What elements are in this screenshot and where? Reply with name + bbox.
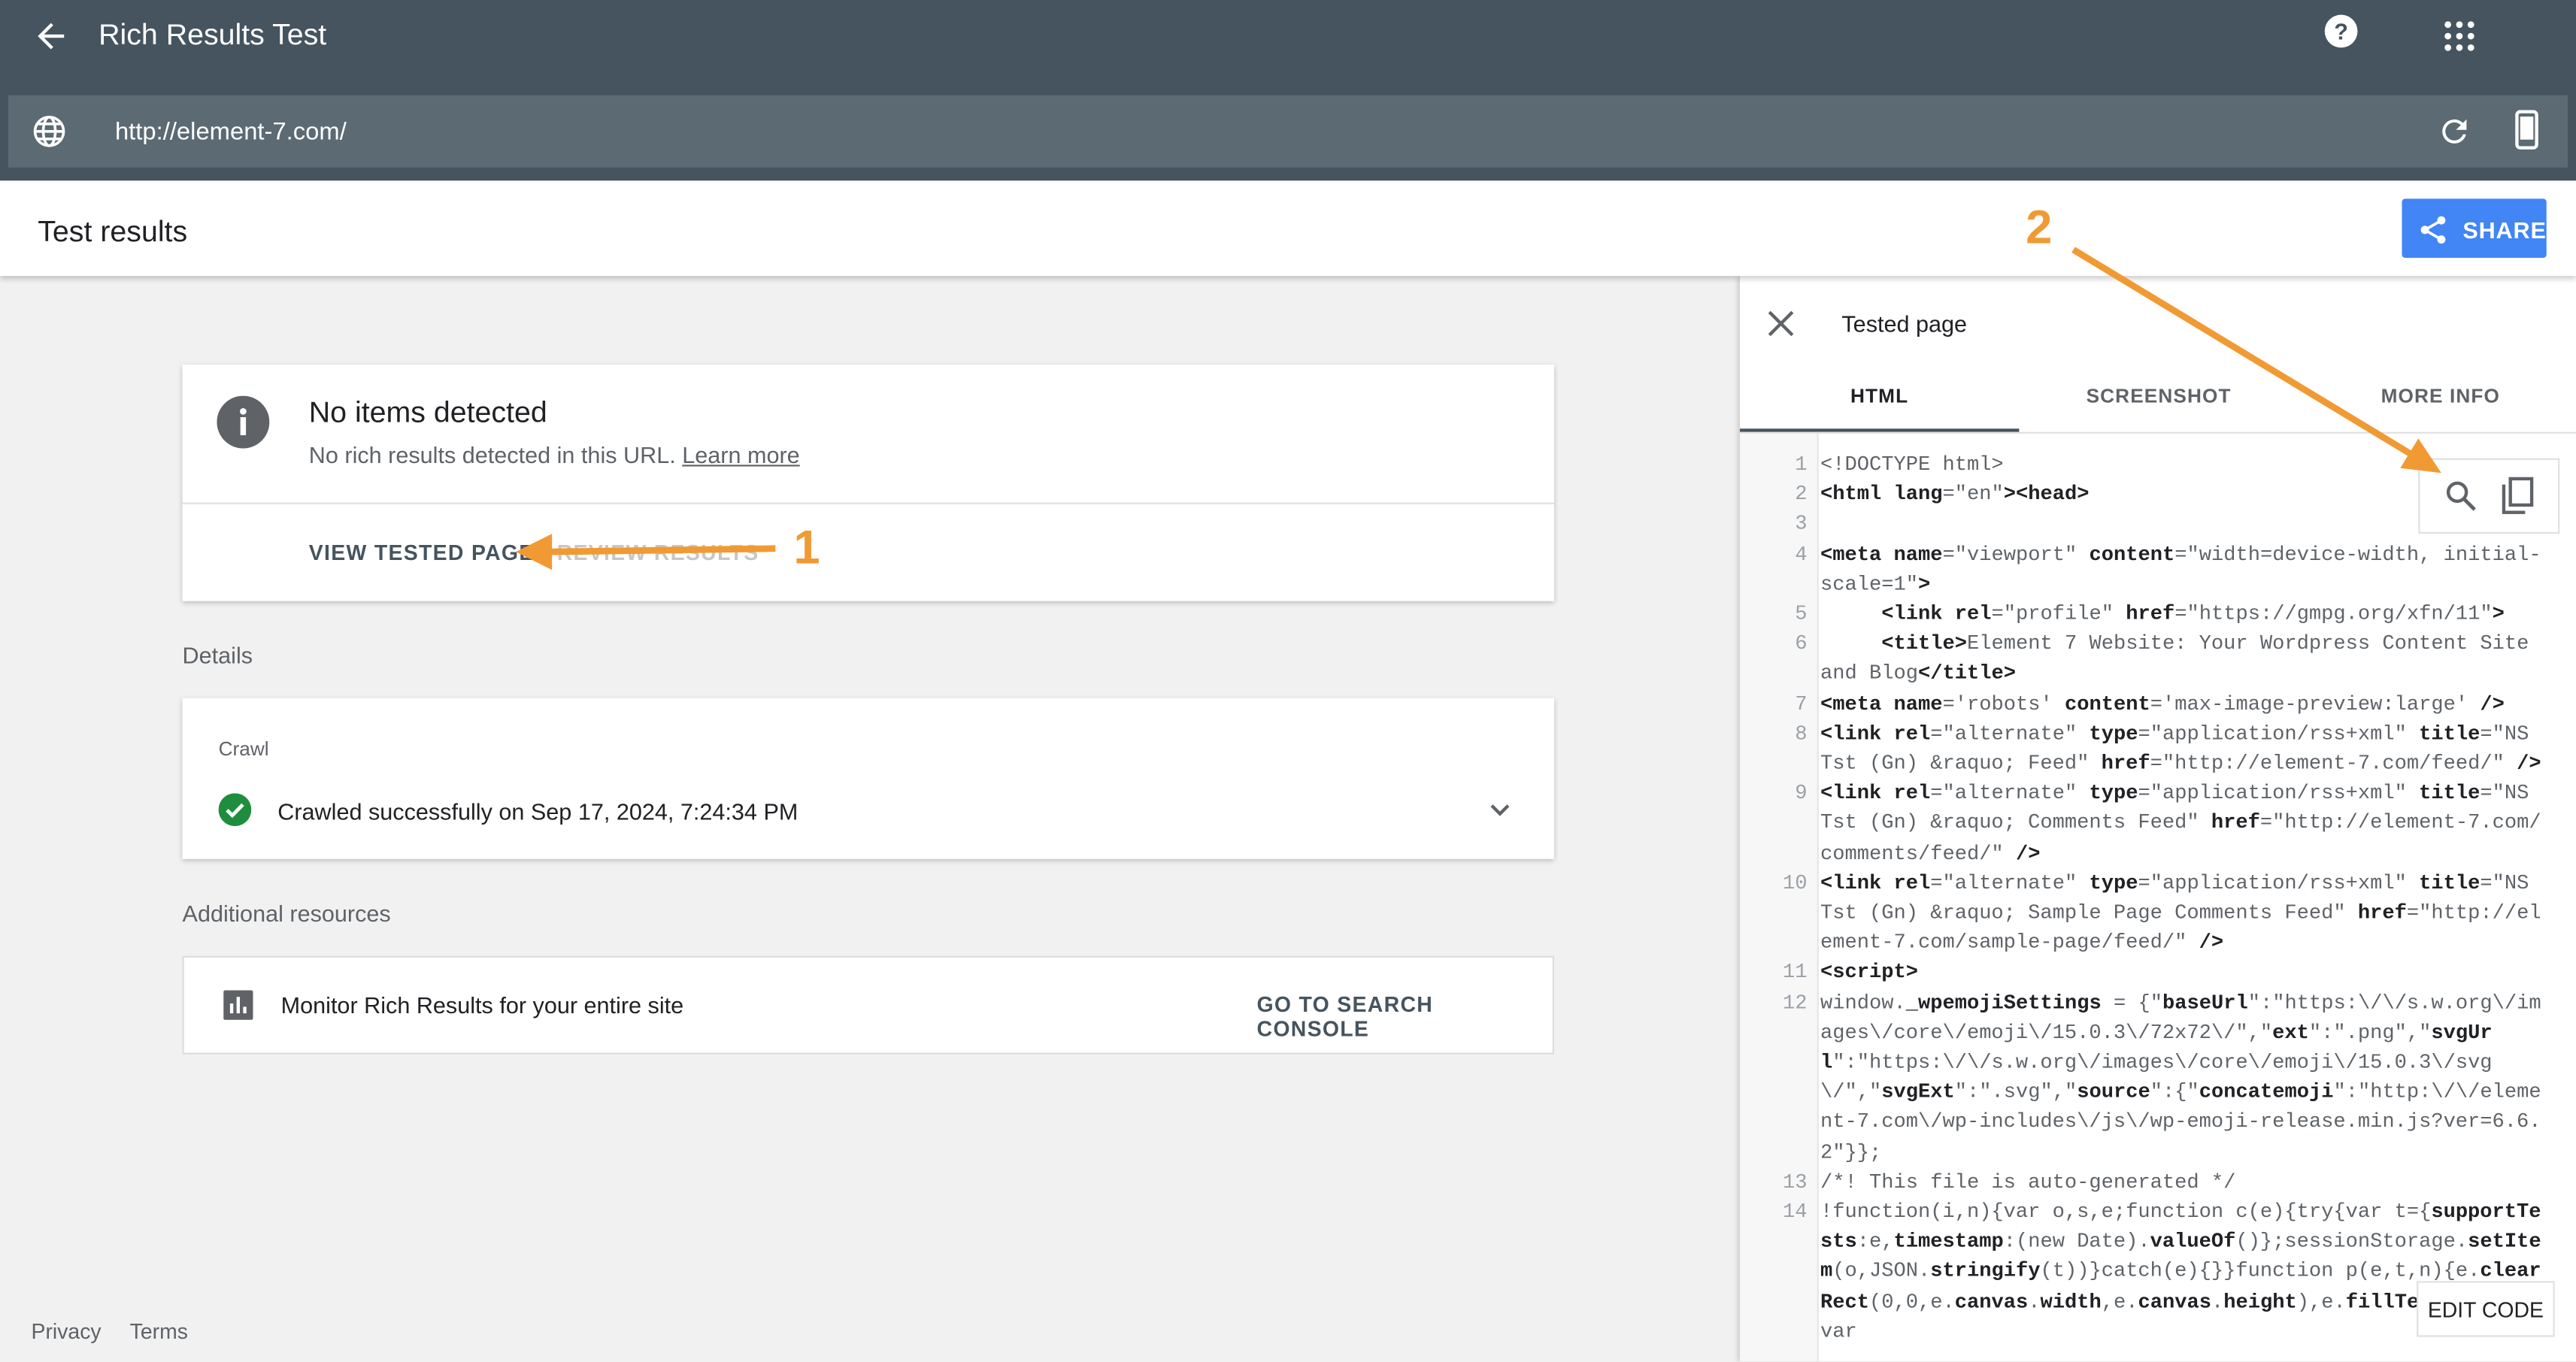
tab-html[interactable]: HTML [1740,384,2019,407]
svg-text:?: ? [2334,19,2348,44]
panel-title: Tested page [1841,310,1968,337]
code-line: 13 /*! This file is auto-generated */ [1740,1167,2576,1197]
share-button[interactable]: SHARE [2402,198,2547,259]
code-text: <link rel="profile" href="https://gmpg.o… [1881,602,2505,626]
code-line: 12 window._wpemojiSettings = {"baseUrl":"… [1740,988,2576,1168]
crawl-card: Crawl Crawled successfully on Sep 17, 20… [182,698,1555,859]
summary-card: No items detected No rich results detect… [182,365,1555,601]
privacy-link[interactable]: Privacy [32,1319,102,1344]
line-number: 2 [1795,483,1808,507]
url-input[interactable]: http://element-7.com/ [115,118,347,146]
code-line: 7 <meta name='robots' content='max-image-… [1740,689,2576,719]
code-line: 9 <link rel="alternate" type="application… [1740,779,2576,868]
globe-icon [33,115,65,147]
back-arrow-icon[interactable] [32,17,71,56]
results-title: Test results [38,215,188,248]
code-line: 10 <link rel="alternate" type="applicatio… [1740,869,2576,958]
additional-resources-label: Additional resources [182,900,391,927]
code-line: 11 <script> [1740,958,2576,988]
monitor-text: Monitor Rich Results for your entire sit… [280,991,684,1018]
line-number: 4 [1795,543,1808,566]
info-icon [217,395,270,449]
code-line: 5 <link rel="profile" href="https://gmpg… [1740,600,2576,630]
line-number: 14 [1782,1200,1808,1224]
details-label: Details [182,642,253,669]
top-app-bar: Rich Results Test ? http://element-7.com… [0,0,2576,181]
edit-code-button[interactable]: EDIT CODE [2417,1281,2555,1337]
code-text: <link rel="alternate" type="application/… [1820,722,2541,776]
search-icon[interactable] [2443,478,2479,514]
refresh-icon[interactable] [2436,114,2472,150]
no-items-description: No rich results detected in this URL. Le… [309,442,800,468]
smartphone-icon[interactable] [2511,110,2544,150]
code-text: <script> [1820,961,1918,985]
crawl-status: Crawled successfully on Sep 17, 2024, 7:… [277,798,799,825]
line-number: 1 [1795,453,1808,477]
code-text: window._wpemojiSettings = {"baseUrl":"ht… [1820,991,2541,1164]
help-icon[interactable]: ? [2321,11,2360,50]
line-number: 6 [1795,632,1808,656]
line-number: 13 [1782,1170,1808,1194]
terms-link[interactable]: Terms [130,1319,188,1344]
share-icon [2420,216,2446,244]
code-line: 4 <meta name="viewport" content="width=de… [1740,540,2576,600]
check-circle-icon [218,793,252,827]
code-line: 8 <link rel="alternate" type="application… [1740,719,2576,779]
no-items-text: No rich results detected in this URL. [308,441,676,468]
line-number: 8 [1795,722,1808,746]
review-results-button[interactable]: REVIEW RESULTS [557,540,759,565]
learn-more-link[interactable]: Learn more [682,442,799,468]
app-title: Rich Results Test [98,18,327,51]
tab-screenshot[interactable]: SCREENSHOT [2019,384,2298,407]
code-line: 6 <title>Element 7 Website: Your Wordpre… [1740,629,2576,689]
close-icon[interactable] [1766,309,1796,338]
code-text: <link rel="alternate" type="application/… [1820,871,2541,955]
share-label: SHARE [2462,216,2547,244]
html-code-viewer[interactable]: 1 <!DOCTYPE html> 2 <html lang="en"><head> 3… [1739,433,2576,1362]
line-number: 3 [1795,513,1808,537]
url-bar[interactable]: http://element-7.com/ [8,95,2568,168]
bar-chart-icon [223,990,253,1020]
no-items-title: No items detected [308,395,547,429]
line-number: 12 [1782,991,1808,1015]
line-number: 5 [1795,602,1808,626]
code-toolbar [2418,458,2560,534]
tested-page-panel: Tested page HTML SCREENSHOT MORE INFO 1 <… [1739,276,2576,1362]
results-header: Test results SHARE [0,180,2576,277]
go-to-search-console-link[interactable]: GO TO SEARCH CONSOLE [1257,992,1553,1042]
line-number: 10 [1782,871,1808,895]
code-text: <meta name="viewport" content="width=dev… [1820,543,2541,596]
copy-icon[interactable] [2499,477,2535,516]
code-text: <meta name='robots' content='max-image-p… [1820,692,2505,716]
apps-grid-icon[interactable] [2440,17,2479,56]
code-text: <title>Element 7 Website: Your Wordpress… [1820,632,2541,686]
chevron-down-icon[interactable] [1483,793,1517,826]
crawl-label: Crawl [218,737,269,761]
line-number: 9 [1795,782,1808,806]
code-lines: 1 <!DOCTYPE html> 2 <html lang="en"><head> 3… [1740,450,2576,1347]
line-number: 7 [1795,692,1808,716]
tab-more-info[interactable]: MORE INFO [2299,384,2576,407]
rich-results-test-page: Rich Results Test ? http://element-7.com… [0,0,2576,1362]
code-text: /*! This file is auto-generated */ [1820,1170,2236,1194]
search-console-card: Monitor Rich Results for your entire sit… [182,955,1555,1055]
view-tested-page-button[interactable]: VIEW TESTED PAGE [309,540,535,565]
line-number: 11 [1782,961,1808,985]
card-divider [182,502,1555,504]
code-text: <link rel="alternate" type="application/… [1820,782,2541,865]
